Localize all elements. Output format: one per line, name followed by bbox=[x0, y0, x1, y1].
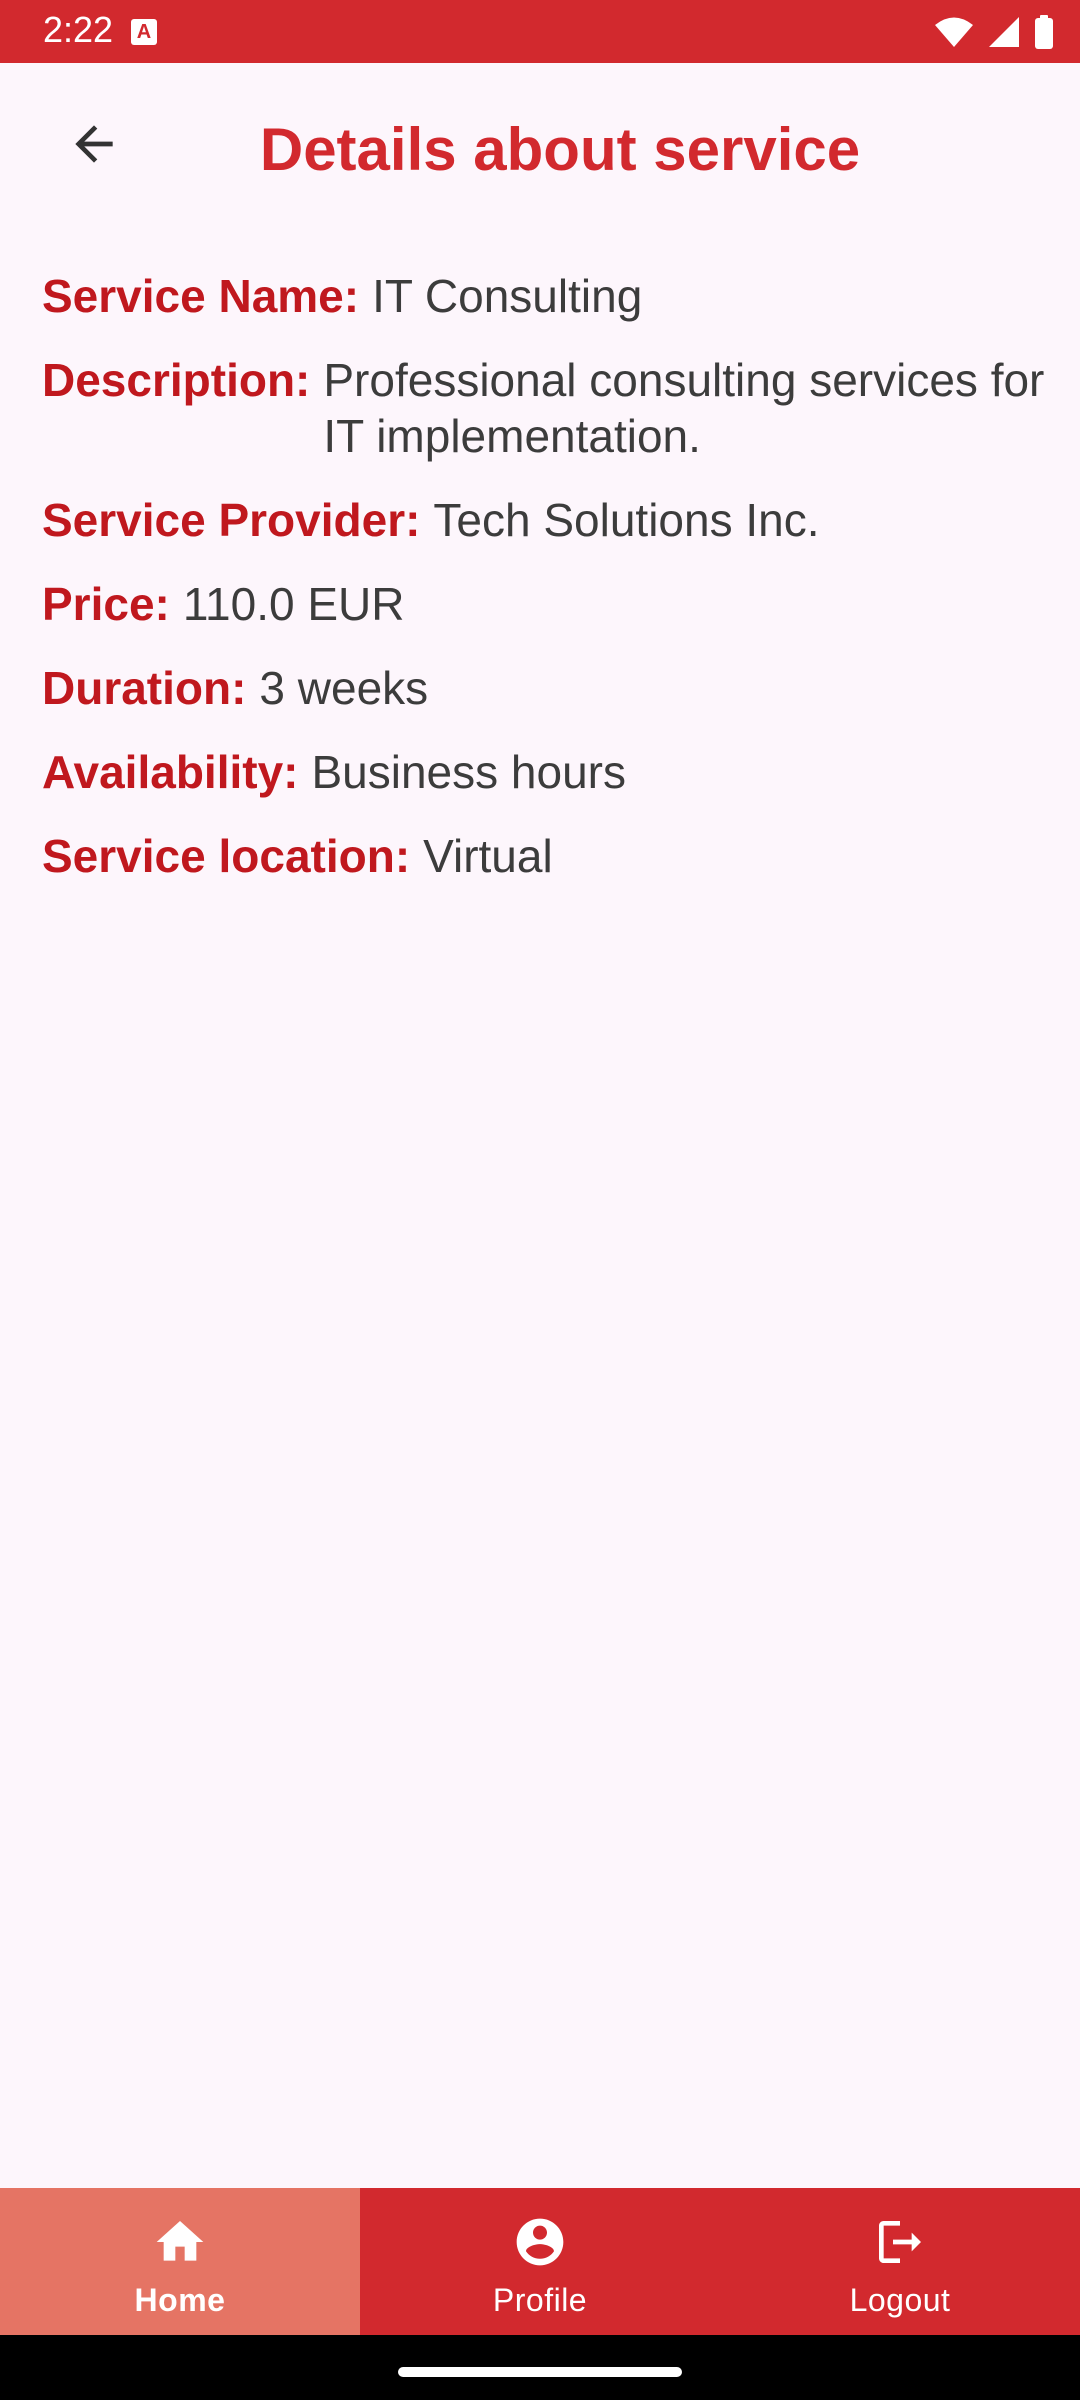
a-badge-letter: A bbox=[136, 21, 152, 43]
status-bar: 2:22 A bbox=[0, 0, 1080, 63]
detail-row-price: Price: 110.0 EUR bbox=[42, 576, 1062, 632]
detail-label: Availability: bbox=[42, 746, 299, 798]
back-button[interactable] bbox=[52, 102, 136, 186]
arrow-left-icon bbox=[75, 125, 113, 163]
status-icons bbox=[934, 14, 1054, 50]
wifi-icon bbox=[935, 17, 973, 47]
nav-item-profile[interactable]: Profile bbox=[360, 2188, 720, 2335]
detail-label: Duration: bbox=[42, 662, 247, 714]
detail-value: 110.0 EUR bbox=[182, 578, 405, 630]
nav-label: Logout bbox=[849, 2282, 951, 2318]
nav-item-home[interactable]: Home bbox=[0, 2188, 360, 2335]
detail-label: Price: bbox=[42, 578, 170, 630]
detail-row-description: Description: Professional consulting ser… bbox=[42, 352, 1062, 464]
detail-row-service-provider: Service Provider: Tech Solutions Inc. bbox=[42, 492, 1062, 548]
battery-icon bbox=[1035, 15, 1053, 49]
status-time: 2:22 bbox=[43, 9, 114, 50]
detail-label: Description: bbox=[42, 354, 311, 406]
signal-icon bbox=[989, 17, 1019, 47]
detail-value: Virtual bbox=[423, 830, 553, 882]
detail-row-service-name: Service Name: IT Consulting bbox=[42, 268, 1062, 324]
detail-row-availability: Availability: Business hours bbox=[42, 744, 1062, 800]
a-badge-icon: A bbox=[131, 19, 157, 45]
bottom-navigation: Home Profile Logout bbox=[0, 2188, 1080, 2335]
detail-value: Business hours bbox=[311, 746, 626, 798]
home-indicator[interactable] bbox=[398, 2367, 682, 2377]
page-title: Details about service bbox=[259, 116, 861, 183]
nav-item-logout[interactable]: Logout bbox=[720, 2188, 1080, 2335]
detail-value: Tech Solutions Inc. bbox=[433, 494, 820, 546]
system-navigation-bar bbox=[0, 2335, 1080, 2400]
detail-value: Professional consulting services for IT … bbox=[323, 354, 1045, 462]
detail-value: 3 weeks bbox=[259, 662, 429, 714]
service-details: Service Name: IT Consulting Description:… bbox=[42, 268, 1062, 912]
detail-label: Service Name: bbox=[42, 270, 360, 322]
detail-row-duration: Duration: 3 weeks bbox=[42, 660, 1062, 716]
nav-label: Home bbox=[134, 2282, 226, 2318]
detail-label: Service Provider: bbox=[42, 494, 421, 546]
detail-value: IT Consulting bbox=[372, 270, 643, 322]
logout-icon bbox=[879, 2221, 921, 2263]
account-circle-icon bbox=[516, 2218, 564, 2266]
detail-row-service-location: Service location: Virtual bbox=[42, 828, 1062, 884]
detail-label: Service location: bbox=[42, 830, 411, 882]
nav-label: Profile bbox=[492, 2282, 588, 2318]
home-icon bbox=[156, 2221, 204, 2261]
